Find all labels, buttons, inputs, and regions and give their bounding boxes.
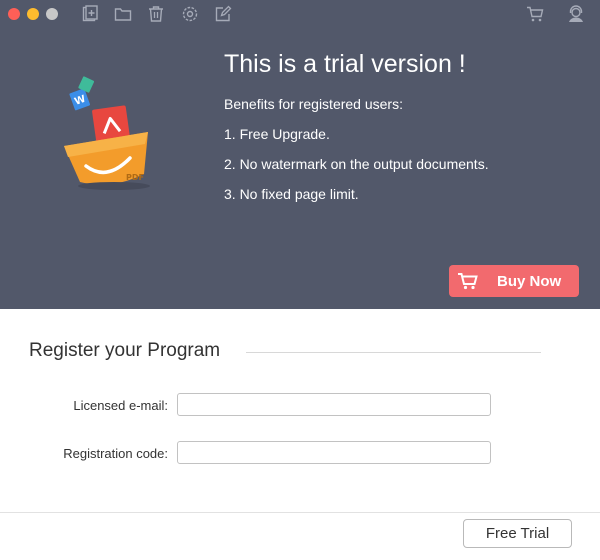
registration-code-label: Registration code: bbox=[63, 446, 168, 461]
buy-now-button[interactable]: Buy Now bbox=[449, 265, 579, 297]
footer-divider bbox=[0, 512, 600, 513]
benefits-heading: Benefits for registered users: bbox=[224, 96, 403, 112]
pdf-basket-illustration: W PDF bbox=[52, 72, 162, 197]
register-title: Register your Program bbox=[29, 340, 221, 361]
buy-now-label: Buy Now bbox=[497, 273, 562, 290]
benefit-item: 1. Free Upgrade. bbox=[224, 126, 330, 142]
free-trial-button[interactable]: Free Trial bbox=[463, 519, 572, 548]
pdf-label: PDF bbox=[126, 173, 144, 182]
folder-icon[interactable] bbox=[114, 5, 132, 23]
zoom-window-button[interactable] bbox=[46, 8, 58, 20]
email-field[interactable] bbox=[177, 393, 491, 416]
email-label: Licensed e-mail: bbox=[73, 398, 168, 413]
registration-code-field[interactable] bbox=[177, 441, 491, 464]
shopping-cart-icon bbox=[457, 272, 479, 293]
minimize-window-button[interactable] bbox=[27, 8, 39, 20]
trash-icon[interactable] bbox=[147, 5, 165, 23]
edit-icon[interactable] bbox=[214, 5, 232, 23]
benefit-item: 3. No fixed page limit. bbox=[224, 186, 359, 202]
register-window: W PDF This is a trial version ! Benefits… bbox=[0, 0, 600, 560]
add-file-icon[interactable] bbox=[81, 5, 99, 23]
toolbar bbox=[0, 0, 600, 30]
trial-title: This is a trial version ! bbox=[224, 50, 466, 78]
benefit-item: 2. No watermark on the output documents. bbox=[224, 156, 489, 172]
divider bbox=[246, 352, 541, 353]
support-icon[interactable] bbox=[567, 5, 585, 23]
trial-banner: W PDF This is a trial version ! Benefits… bbox=[0, 0, 600, 309]
settings-icon[interactable] bbox=[181, 5, 199, 23]
cart-icon[interactable] bbox=[526, 5, 544, 23]
close-window-button[interactable] bbox=[8, 8, 20, 20]
